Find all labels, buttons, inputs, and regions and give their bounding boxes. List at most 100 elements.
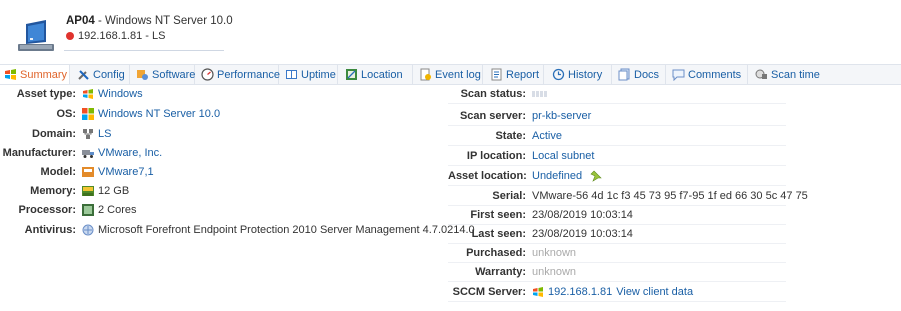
gauge-icon [201, 68, 214, 81]
view-client-data-link[interactable]: View client data [616, 286, 693, 298]
location-map-icon [346, 69, 357, 80]
history-icon [552, 68, 565, 81]
value-os[interactable]: Windows NT Server 10.0 [82, 107, 220, 120]
tab-software[interactable]: Software [132, 65, 195, 84]
tab-label: Summary [20, 68, 68, 81]
windows-flag-icon [5, 69, 16, 80]
label-memory: Memory: [30, 184, 76, 197]
value-first-seen: 23/08/2019 10:03:14 [532, 208, 633, 221]
tab-label: Config [93, 68, 125, 81]
row-first-seen: First seen: 23/08/2019 10:03:14 [448, 205, 633, 224]
label-domain: Domain: [32, 127, 76, 140]
value-sccm-server: 192.168.1.81 View client data [532, 286, 693, 298]
tab-location[interactable]: Location [341, 65, 413, 84]
tab-label: Scan time [771, 68, 820, 81]
row-asset-location: Asset location: Undefined [448, 166, 602, 185]
scan-time-icon [755, 69, 767, 79]
asset-name: AP04 [66, 15, 95, 27]
windows-logo-icon [82, 107, 94, 120]
value-model[interactable]: VMware7,1 [82, 166, 154, 178]
book-icon [286, 70, 297, 79]
wrench-icon [78, 70, 89, 80]
row-manufacturer: Manufacturer: VMware, Inc. [0, 143, 163, 162]
value-antivirus: Microsoft Forefront Endpoint Protection … [82, 224, 475, 236]
label-sccm-server: SCCM Server: [452, 285, 526, 298]
value-last-seen: 23/08/2019 10:03:14 [532, 227, 633, 240]
event-log-icon [420, 68, 431, 81]
label-warranty: Warranty: [475, 265, 526, 278]
domain-icon [83, 128, 93, 139]
value-memory: 12 GB [82, 185, 129, 197]
row-divider [448, 301, 786, 302]
tab-config[interactable]: Config [73, 65, 130, 84]
truck-icon [82, 149, 94, 158]
row-memory: Memory: 12 GB [0, 181, 129, 200]
tab-scan-time[interactable]: Scan time [751, 65, 821, 84]
value-domain[interactable]: LS [82, 128, 111, 140]
label-scan-status: Scan status: [460, 87, 526, 100]
software-icon [137, 70, 148, 80]
row-sccm-server: SCCM Server: 192.168.1.81 View client da… [448, 282, 693, 301]
value-asset-location[interactable]: Undefined [532, 170, 602, 182]
report-icon [491, 68, 502, 81]
antivirus-icon [82, 224, 94, 235]
memory-icon [82, 185, 94, 196]
row-warranty: Warranty: unknown [448, 262, 576, 281]
comments-icon [672, 69, 685, 81]
tab-uptime[interactable]: Uptime [281, 65, 338, 84]
value-text: Microsoft Forefront Endpoint Protection … [98, 223, 475, 236]
sccm-ip-link[interactable]: 192.168.1.81 [548, 286, 612, 298]
value-scan-status [532, 90, 547, 97]
row-processor: Processor: 2 Cores [0, 200, 137, 219]
row-divider [448, 103, 786, 104]
value-warranty: unknown [532, 265, 577, 278]
tab-label: Uptime [301, 68, 336, 81]
value-text: Undefined [532, 169, 583, 182]
label-scan-server: Scan server: [459, 109, 526, 122]
asset-ip-domain: 192.168.1.81 - LS [66, 30, 165, 42]
tab-label: Location [361, 68, 403, 81]
value-text: 2 Cores [98, 203, 137, 216]
label-os: OS: [56, 107, 76, 120]
value-text: Windows [98, 87, 143, 100]
value-scan-server[interactable]: pr-kb-server [532, 110, 591, 122]
row-purchased: Purchased: unknown [448, 243, 576, 262]
label-state: State: [495, 129, 526, 142]
value-processor: 2 Cores [82, 203, 137, 216]
pin-icon[interactable] [590, 170, 602, 182]
tab-history[interactable]: History [548, 65, 612, 84]
model-icon [82, 166, 94, 177]
tab-label: Event log [435, 68, 481, 81]
tab-docs[interactable]: Docs [614, 65, 666, 84]
row-last-seen: Last seen: 23/08/2019 10:03:14 [448, 224, 633, 243]
row-domain: Domain: LS [0, 124, 111, 143]
tab-performance[interactable]: Performance [197, 65, 280, 84]
label-purchased: Purchased: [466, 246, 526, 259]
tab-label: Performance [217, 68, 280, 81]
tab-report[interactable]: Report [486, 65, 544, 84]
value-state[interactable]: Active [532, 130, 562, 142]
tab-summary[interactable]: Summary [0, 65, 70, 84]
docs-icon [618, 68, 630, 81]
row-serial: Serial: VMware-56 4d 1c f3 45 73 95 f7-9… [448, 186, 807, 205]
ip-domain-text: 192.168.1.81 - LS [78, 30, 166, 42]
value-manufacturer[interactable]: VMware, Inc. [82, 147, 162, 159]
row-antivirus: Antivirus: Microsoft Forefront Endpoint … [0, 220, 475, 239]
tab-event-log[interactable]: Event log [415, 65, 483, 84]
label-first-seen: First seen: [470, 208, 526, 221]
label-asset-location: Asset location: [448, 169, 527, 182]
status-dot-icon [66, 32, 74, 40]
tab-label: Docs [634, 68, 660, 81]
value-asset-type[interactable]: Windows [82, 88, 143, 100]
label-ip-location: IP location: [466, 149, 526, 162]
label-processor: Processor: [18, 203, 76, 216]
value-ip-location[interactable]: Local subnet [532, 150, 594, 162]
tab-bar: Summary Config Software Performance Upti… [0, 64, 901, 85]
tab-comments[interactable]: Comments [668, 65, 748, 84]
row-os: OS: Windows NT Server 10.0 [0, 104, 220, 123]
computer-icon [18, 20, 54, 51]
row-ip-location: IP location: Local subnet [448, 146, 594, 165]
label-asset-type: Asset type: [16, 87, 76, 100]
label-model: Model: [40, 165, 76, 178]
row-scan-server: Scan server: pr-kb-server [448, 106, 591, 125]
